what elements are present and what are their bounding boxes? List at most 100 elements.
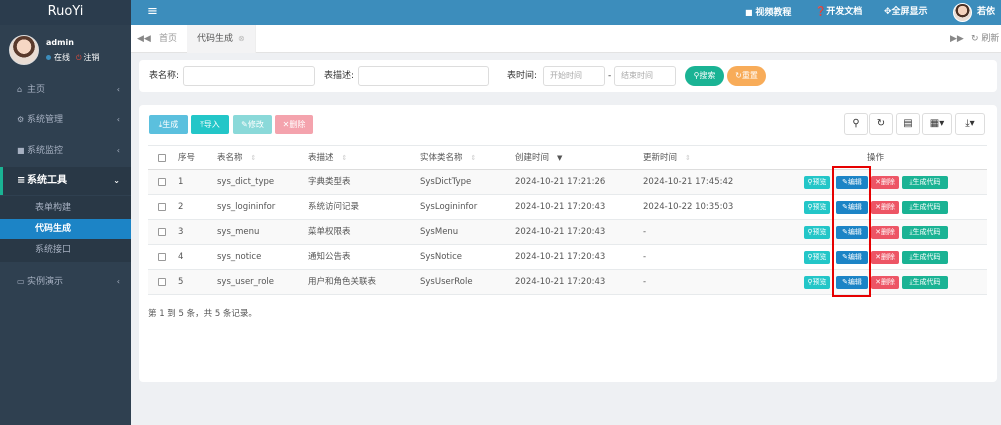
table-desc-input[interactable] [358, 66, 489, 86]
gen-code-button[interactable]: ⤓生成代码 [902, 201, 948, 214]
gen-code-button[interactable]: ⤓生成代码 [902, 251, 948, 264]
delete-row-button[interactable]: ✕删除 [871, 176, 899, 189]
search-toggle-button[interactable]: ⚲ [844, 113, 868, 135]
online-status: 在线 [54, 53, 70, 62]
sidebar-item-system-tools[interactable]: ≡ 系统工具 ⌄ [0, 167, 131, 195]
logout-link[interactable]: 注销 [84, 53, 100, 62]
menu-toggle-icon[interactable]: ≡ [147, 4, 158, 19]
delete-button[interactable]: ✕删除 [275, 115, 313, 134]
sort-icon: ⇕ [685, 154, 691, 162]
delete-row-button[interactable]: ✕删除 [871, 226, 899, 239]
toggle-view-button[interactable]: ▤ [896, 113, 920, 135]
cell-index: 2 [178, 202, 184, 212]
edit-button[interactable]: ✎修改 [233, 115, 272, 134]
dev-docs-link[interactable]: ❓开发文档 [815, 0, 862, 25]
sidebar: RuoYi admin 在线 ⏻ 注销 ⌂ 主页 ‹ ⚙ 系统管理 ‹ ■ 系统监控 ‹ ≡ 系统… [0, 0, 131, 425]
cell-table-desc: 用户和角色关联表 [308, 277, 377, 287]
video-tutorial-label: 视频教程 [755, 8, 792, 18]
sidebar-subitem-api[interactable]: 系统接口 [0, 240, 131, 260]
end-time-input[interactable]: 结束时间 [614, 66, 676, 86]
preview-button[interactable]: ⚲预览 [804, 276, 830, 289]
delete-row-button[interactable]: ✕删除 [871, 251, 899, 264]
sort-icon: ⇕ [470, 154, 477, 162]
generate-button[interactable]: ⤓生成 [149, 115, 188, 134]
row-checkbox[interactable] [158, 228, 166, 236]
dev-docs-label: 开发文档 [826, 7, 863, 17]
search-button[interactable]: ⚲搜索 [685, 66, 724, 86]
cell-index: 3 [178, 227, 184, 237]
select-all-checkbox[interactable] [158, 154, 166, 162]
row-checkbox[interactable] [158, 253, 166, 261]
cell-create-time: 2024-10-21 17:21:26 [515, 177, 606, 187]
generate-button-label: 生成 [162, 120, 179, 129]
refresh-icon: ↻ [876, 118, 886, 129]
header-table-name[interactable]: 表名称 ⇕ [217, 146, 256, 171]
delete-row-button[interactable]: ✕删除 [871, 276, 899, 289]
table-name-input[interactable] [183, 66, 315, 86]
chevron-left-icon: ‹ [116, 146, 120, 155]
tab-scroll-right-icon[interactable]: ▶▶ [950, 25, 964, 53]
header-table-desc[interactable]: 表描述 ⇕ [308, 146, 347, 171]
header-create-time[interactable]: 创建时间 ▼ [515, 146, 562, 171]
tab-code-gen[interactable]: 代码生成 ⊗ [187, 25, 256, 53]
header-update-time[interactable]: 更新时间 ⇕ [643, 146, 691, 171]
top-user-name[interactable]: 若依 [977, 0, 995, 25]
refresh-table-button[interactable]: ↻ [869, 113, 893, 135]
row-checkbox[interactable] [158, 178, 166, 186]
delete-label: 删除 [880, 253, 895, 261]
cell-update-time: 2024-10-22 10:35:03 [643, 202, 734, 212]
sidebar-item-label: 主页 [27, 85, 46, 95]
table-name-label: 表名称: [149, 71, 180, 81]
sidebar-subitem-form-builder[interactable]: 表单构建 [0, 198, 131, 218]
top-user-avatar[interactable] [953, 3, 972, 22]
gen-code-button[interactable]: ⤓生成代码 [902, 176, 948, 189]
gen-code-label: 生成代码 [912, 278, 941, 286]
sidebar-item-home[interactable]: ⌂ 主页 ‹ [0, 76, 131, 104]
gen-code-button[interactable]: ⤓生成代码 [902, 276, 948, 289]
delete-row-button[interactable]: ✕删除 [871, 201, 899, 214]
reset-button[interactable]: ↻重置 [727, 66, 766, 86]
export-button[interactable]: ⤓▾ [955, 113, 985, 135]
video-tutorial-link[interactable]: ■ 视频教程 [745, 0, 791, 25]
refresh-tab-link[interactable]: ↻ 刷新 [971, 25, 999, 53]
close-icon[interactable]: ⊗ [238, 34, 245, 43]
search-icon: ⚲ [852, 118, 860, 129]
preview-button[interactable]: ⚲预览 [804, 251, 830, 264]
tab-home[interactable]: 首页 [149, 25, 189, 53]
cell-create-time: 2024-10-21 17:20:43 [515, 252, 606, 262]
import-button[interactable]: ⤒导入 [191, 115, 229, 134]
cell-create-time: 2024-10-21 17:20:43 [515, 277, 606, 287]
time-separator: - [608, 71, 612, 81]
cell-create-time: 2024-10-21 17:20:43 [515, 227, 606, 237]
sidebar-item-demo[interactable]: ▭ 实例演示 ‹ [0, 268, 131, 296]
cell-class-name: SysDictType [420, 177, 472, 187]
logout-icon[interactable]: ⏻ [76, 54, 82, 62]
user-avatar[interactable] [9, 35, 39, 65]
row-checkbox[interactable] [158, 203, 166, 211]
gen-code-label: 生成代码 [912, 178, 941, 186]
start-time-input[interactable]: 开始时间 [543, 66, 605, 86]
reset-button-label: 重置 [741, 71, 758, 80]
fullscreen-link[interactable]: ✥全屏显示 [884, 0, 928, 25]
bars-icon: ≡ [17, 175, 26, 186]
chevron-left-icon: ‹ [116, 277, 120, 286]
video-icon: ■ [17, 146, 25, 155]
time-label: 表时间: [507, 71, 538, 81]
fullscreen-label: 全屏显示 [891, 7, 928, 17]
row-checkbox[interactable] [158, 278, 166, 286]
sidebar-subitem-code-gen[interactable]: 代码生成 [0, 219, 131, 239]
gen-code-label: 生成代码 [912, 253, 941, 261]
app-logo[interactable]: RuoYi [0, 0, 131, 25]
columns-button[interactable]: ▦▾ [922, 113, 952, 135]
header-class-name[interactable]: 实体类名称 ⇕ [420, 146, 476, 171]
preview-button[interactable]: ⚲预览 [804, 201, 830, 214]
preview-button[interactable]: ⚲预览 [804, 176, 830, 189]
video-icon: ■ [745, 8, 756, 17]
gen-code-button[interactable]: ⤓生成代码 [902, 226, 948, 239]
preview-button[interactable]: ⚲预览 [804, 226, 830, 239]
preview-label: 预览 [812, 253, 827, 261]
sidebar-item-system-admin[interactable]: ⚙ 系统管理 ‹ [0, 106, 131, 134]
sidebar-item-system-monitor[interactable]: ■ 系统监控 ‹ [0, 137, 131, 165]
expand-icon: ✥ [884, 7, 892, 17]
table-desc-label: 表描述: [324, 71, 355, 81]
